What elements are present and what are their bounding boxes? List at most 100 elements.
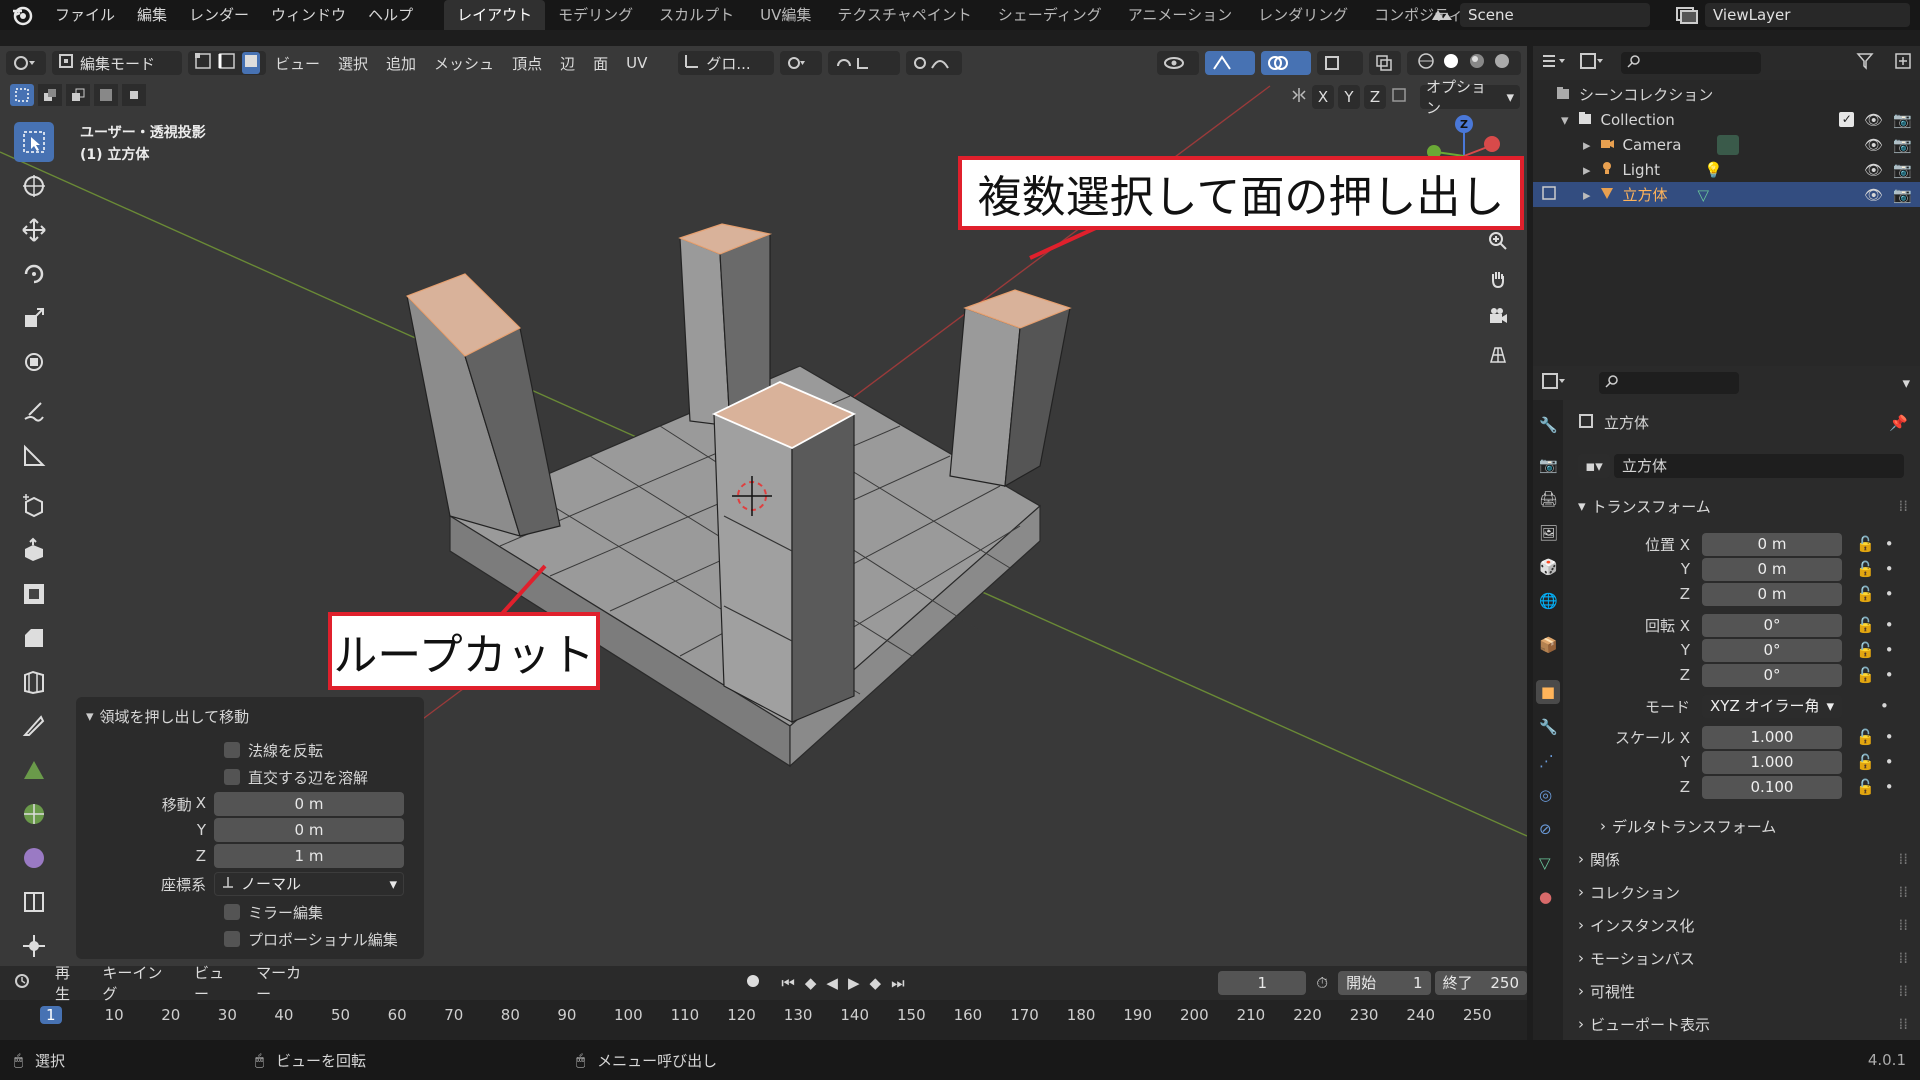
keyframe-dot-icon[interactable]: • — [1885, 535, 1894, 553]
cursor-tool[interactable] — [14, 166, 54, 206]
blender-logo-icon[interactable] — [10, 3, 34, 27]
lock-icon[interactable]: 🔓 — [1856, 560, 1875, 578]
jump-end-icon[interactable]: ⏭ — [891, 974, 905, 992]
vertex-select-icon[interactable] — [194, 52, 212, 74]
lock-icon[interactable]: 🔓 — [1856, 778, 1875, 796]
collections-panel-header[interactable]: › コレクション ⁞⁞ — [1578, 878, 1908, 906]
mirror-checkbox[interactable] — [224, 904, 240, 920]
instancing-panel-header[interactable]: › インスタンス化 ⁞⁞ — [1578, 911, 1908, 939]
select-subtract-icon[interactable] — [66, 84, 90, 106]
keyframe-dot-icon[interactable]: • — [1885, 728, 1894, 746]
checkbox-checked-icon[interactable]: ✓ — [1839, 112, 1855, 127]
chevron-right-icon[interactable]: ▸ — [1583, 186, 1591, 204]
chevron-down-icon[interactable]: ▾ — [1561, 111, 1569, 129]
orientation-dropdown[interactable]: ノーマル ▾ — [214, 872, 404, 896]
extrude-region-tool[interactable] — [14, 530, 54, 570]
dissolve-orthogonal-row[interactable]: 直交する辺を溶解 — [76, 764, 424, 790]
tab-modifier-icon[interactable]: 🔧 — [1539, 718, 1558, 736]
tab-layout[interactable]: レイアウト — [444, 0, 546, 30]
menu-timeline-view[interactable]: ビュー — [185, 962, 247, 1004]
lock-icon[interactable]: 🔓 — [1856, 535, 1875, 553]
select-extend-icon[interactable] — [38, 84, 62, 106]
mesh-data-icon[interactable]: ▽ — [1698, 186, 1710, 204]
keyframe-dot-icon[interactable]: • — [1885, 641, 1894, 659]
spin-tool[interactable] — [14, 794, 54, 834]
end-frame-field[interactable]: 終了 250 — [1434, 971, 1528, 995]
tab-material-icon[interactable]: ● — [1539, 888, 1552, 906]
move-tool[interactable] — [14, 210, 54, 250]
view-layer-icon[interactable] — [1675, 6, 1699, 28]
drag-handle-icon[interactable]: ⁞⁞ — [1898, 850, 1908, 868]
tab-sculpt[interactable]: スカルプト — [646, 0, 747, 30]
tab-tool-icon[interactable]: 🔧 — [1539, 416, 1558, 434]
drag-handle-icon[interactable]: ⁞⁞ — [1898, 883, 1908, 901]
tab-output-icon[interactable]: 🖨 — [1539, 490, 1558, 508]
edge-select-icon[interactable] — [218, 52, 236, 74]
menu-marker[interactable]: マーカー — [247, 962, 324, 1004]
keyframe-dot-icon[interactable]: • — [1885, 560, 1894, 578]
prev-keyframe-icon[interactable]: ◆ — [805, 974, 817, 992]
jump-start-icon[interactable]: ⏮ — [781, 974, 795, 992]
tab-constraints-icon[interactable]: ⊘ — [1539, 820, 1552, 838]
move-x-field[interactable]: 0 m — [214, 792, 404, 816]
face-select-icon[interactable] — [242, 52, 260, 74]
select-new-icon[interactable] — [10, 84, 34, 106]
tab-uv-editing[interactable]: UV編集 — [747, 0, 824, 30]
relations-panel-header[interactable]: › 関係 ⁞⁞ — [1578, 845, 1908, 873]
visibility-panel-header[interactable]: › 可視性 ⁞⁞ — [1578, 977, 1908, 1005]
tab-object-icon[interactable]: ■ — [1536, 680, 1560, 704]
eye-icon[interactable]: 👁 — [1864, 111, 1883, 129]
menu-vertex[interactable]: 頂点 — [503, 53, 551, 74]
frame-ruler[interactable]: 1 10 20 30 40 50 60 70 80 90 100 110 120 130 140 150 160… — [0, 1002, 1527, 1030]
viewport-display-panel-header[interactable]: › ビューポート表示 ⁞⁞ — [1578, 1010, 1908, 1038]
mirror-z-toggle[interactable]: Z — [1364, 85, 1386, 109]
lock-icon[interactable]: 🔓 — [1856, 666, 1875, 684]
location-y-field[interactable]: 0 m — [1702, 557, 1842, 581]
editor-type-button[interactable] — [6, 51, 46, 75]
drag-handle-icon[interactable]: ⁞⁞ — [1898, 497, 1908, 515]
tab-view-layer-icon[interactable]: 🖼 — [1539, 524, 1558, 542]
tab-animation[interactable]: アニメーション — [1115, 0, 1245, 30]
mesh-overlays-button[interactable] — [1317, 51, 1363, 75]
menu-face[interactable]: 面 — [584, 53, 617, 74]
transform-tool[interactable] — [14, 342, 54, 382]
flip-normals-row[interactable]: 法線を反転 — [76, 737, 424, 763]
display-mode-icon[interactable] — [1579, 52, 1607, 74]
object-data-name-field[interactable]: 立方体 — [1614, 454, 1904, 478]
chevron-down-icon[interactable]: ▾ — [1902, 374, 1910, 392]
pivot-point-button[interactable] — [780, 51, 823, 75]
options-dropdown[interactable]: オプション ▾ — [1420, 78, 1520, 117]
tab-collection-icon[interactable]: 📦 — [1539, 636, 1558, 654]
outliner-light-row[interactable]: ▸ Light 💡 👁 📷 — [1533, 157, 1920, 182]
eye-icon[interactable]: 👁 — [1864, 161, 1883, 179]
menu-help[interactable]: ヘルプ — [357, 0, 424, 30]
render-camera-icon[interactable]: 📷 — [1893, 186, 1912, 204]
tab-render-icon[interactable]: 📷 — [1539, 456, 1558, 474]
proportional-checkbox[interactable] — [224, 931, 240, 947]
menu-mesh[interactable]: メッシュ — [425, 53, 503, 74]
menu-file[interactable]: ファイル — [44, 0, 126, 30]
proportional-edit-button[interactable] — [906, 51, 963, 75]
outliner-camera-row[interactable]: ▸ Camera 👁 📷 — [1533, 132, 1920, 157]
play-reverse-icon[interactable]: ◀ — [826, 974, 838, 992]
location-x-field[interactable]: 0 m — [1702, 532, 1842, 556]
poly-build-tool[interactable] — [14, 750, 54, 790]
shrink-fatten-tool[interactable] — [14, 926, 54, 966]
transform-panel-header[interactable]: ▾ トランスフォーム ⁞⁞ — [1578, 492, 1908, 520]
tab-physics-icon[interactable]: ◎ — [1539, 786, 1552, 804]
scale-tool[interactable] — [14, 298, 54, 338]
edit-mode-indicator-icon[interactable] — [1541, 185, 1559, 205]
edge-slide-tool[interactable] — [14, 882, 54, 922]
view-layer-selector[interactable]: ViewLayer — [1705, 3, 1910, 27]
menu-view[interactable]: ビュー — [266, 53, 329, 74]
dissolve-orthogonal-checkbox[interactable] — [224, 769, 240, 785]
new-collection-icon[interactable] — [1894, 52, 1912, 74]
menu-select[interactable]: 選択 — [329, 53, 377, 74]
pan-hand-icon[interactable] — [1481, 262, 1515, 296]
overlays-button[interactable] — [1261, 51, 1311, 75]
snap-button[interactable] — [828, 51, 901, 75]
annotate-tool[interactable] — [14, 392, 54, 432]
menu-playback[interactable]: 再生 — [46, 962, 93, 1004]
keyframe-dot-icon[interactable]: • — [1885, 778, 1894, 796]
next-keyframe-icon[interactable]: ◆ — [870, 974, 882, 992]
